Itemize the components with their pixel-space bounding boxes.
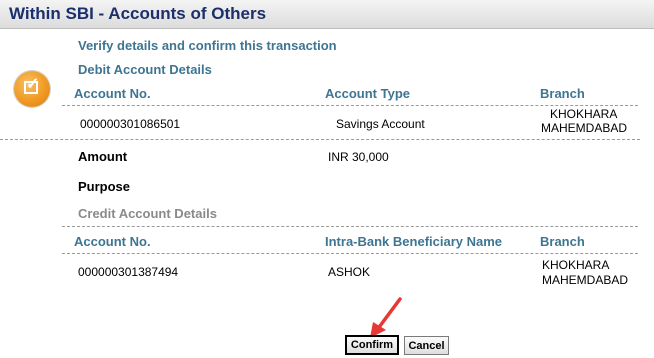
credit-section-title: Credit Account Details — [78, 206, 217, 221]
credit-header-beneficiary: Intra-Bank Beneficiary Name — [325, 234, 503, 249]
debit-section-title: Debit Account Details — [78, 62, 212, 77]
amount-label: Amount — [78, 149, 128, 164]
debit-header-account-no: Account No. — [74, 86, 151, 101]
check-icon: ✓ — [14, 71, 50, 107]
debit-branch-line2: MAHEMDABAD — [541, 121, 628, 135]
credit-branch-line1: KHOKHARA — [542, 258, 610, 272]
divider — [62, 105, 638, 106]
credit-header-account-no: Account No. — [74, 234, 151, 249]
title-bar: Within SBI - Accounts of Others — [0, 0, 654, 29]
debit-header-branch: Branch — [540, 86, 585, 101]
purpose-label: Purpose — [78, 179, 131, 194]
divider — [0, 139, 640, 140]
credit-account-no: 000000301387494 — [78, 265, 179, 279]
credit-header-branch: Branch — [540, 234, 585, 249]
confirm-button[interactable]: Confirm — [345, 335, 399, 355]
verify-instruction: Verify details and confirm this transact… — [78, 38, 337, 53]
debit-account-no: 000000301086501 — [80, 117, 181, 131]
credit-beneficiary: ASHOK — [328, 265, 371, 279]
debit-header-account-type: Account Type — [325, 86, 410, 101]
divider — [62, 226, 638, 227]
cancel-button[interactable]: Cancel — [404, 336, 449, 355]
debit-account-type: Savings Account — [336, 117, 425, 131]
debit-branch-line1: KHOKHARA — [550, 107, 618, 121]
amount-value: INR 30,000 — [328, 150, 389, 164]
divider — [62, 253, 638, 254]
page-title: Within SBI - Accounts of Others — [9, 4, 267, 23]
credit-branch-line2: MAHEMDABAD — [542, 273, 629, 287]
